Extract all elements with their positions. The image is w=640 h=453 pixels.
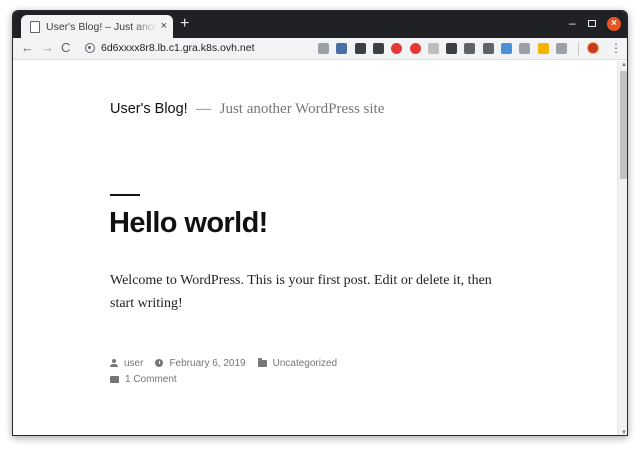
post-author[interactable]: user [110, 358, 143, 369]
close-window-button[interactable]: × [607, 17, 621, 31]
post-comments[interactable]: 1 Comment [110, 374, 177, 385]
author-link[interactable]: user [124, 358, 143, 369]
maximize-button[interactable] [588, 20, 596, 27]
category-link[interactable]: Uncategorized [273, 358, 337, 369]
browser-menu-button[interactable]: ⋮ [610, 41, 622, 55]
date-link[interactable]: February 6, 2019 [169, 358, 245, 369]
tab-active[interactable]: User's Blog! – Just another WordPress si… [21, 15, 173, 38]
window-ext-icon[interactable] [354, 43, 366, 54]
ac-ext-icon[interactable] [482, 43, 494, 54]
address-bar[interactable]: 6d6xxxx8r8.lb.c1.gra.k8s.ovh.net [101, 42, 255, 54]
v-ext-icon[interactable] [555, 43, 567, 54]
browser-window: User's Blog! – Just another WordPress si… [12, 10, 628, 436]
profile-avatar[interactable] [587, 42, 599, 54]
post-meta: user February 6, 2019 Uncategorized 1 Co… [110, 355, 349, 387]
page-scrollbar[interactable]: ▲ ▼ [617, 61, 627, 435]
site-title-link[interactable]: User's Blog! [110, 101, 188, 117]
grid-ext-icon[interactable] [519, 43, 531, 54]
clock-icon [155, 359, 164, 367]
color-ext-icon[interactable] [537, 43, 549, 54]
red-a-ext-icon[interactable] [391, 43, 403, 54]
site-header: User's Blog! — Just another WordPress si… [110, 100, 384, 118]
scroll-down-arrow-icon[interactable]: ▼ [621, 430, 627, 435]
post-title[interactable]: Hello world! [109, 207, 268, 240]
toolbar-divider [578, 42, 579, 55]
glasses-ext-icon[interactable] [372, 43, 384, 54]
site-description: Just another WordPress site [219, 101, 385, 117]
browser-toolbar: ← → C 6d6xxxx8r8.lb.c1.gra.k8s.ovh.net ⋮ [13, 38, 627, 60]
comment-icon [110, 375, 119, 383]
tab-close-button[interactable]: × [161, 21, 167, 32]
post-divider [110, 194, 140, 196]
page-ext-icon[interactable] [427, 43, 439, 54]
translate-ext-icon[interactable] [336, 43, 348, 54]
tab-title: User's Blog! – Just another WordPress si… [46, 20, 157, 33]
camera-ext-icon[interactable] [446, 43, 458, 54]
font-ext-icon[interactable] [464, 43, 476, 54]
document-icon [30, 20, 40, 33]
site-info-icon[interactable] [85, 43, 95, 53]
site-title-separator: — [196, 101, 212, 117]
comments-link[interactable]: 1 Comment [125, 374, 177, 385]
minimize-button[interactable]: – [569, 16, 576, 30]
post-category[interactable]: Uncategorized [257, 357, 337, 369]
reload-button[interactable]: C [61, 40, 70, 56]
monitor-ext-icon[interactable] [501, 43, 512, 54]
tab-strip: User's Blog! – Just another WordPress si… [13, 11, 627, 38]
page-viewport: User's Blog! — Just another WordPress si… [13, 61, 627, 435]
post-content: Welcome to WordPress. This is your first… [110, 273, 492, 311]
opera-ext-icon[interactable] [409, 43, 421, 54]
scroll-up-arrow-icon[interactable]: ▲ [621, 62, 627, 68]
post-date[interactable]: February 6, 2019 [155, 358, 246, 369]
person-icon [110, 359, 118, 367]
scrollbar-thumb[interactable] [620, 71, 627, 179]
shield-ext-icon[interactable] [318, 43, 329, 54]
forward-button[interactable]: → [41, 40, 54, 56]
back-button[interactable]: ← [21, 40, 34, 56]
folder-icon [257, 357, 267, 367]
new-tab-button[interactable]: + [180, 16, 189, 32]
